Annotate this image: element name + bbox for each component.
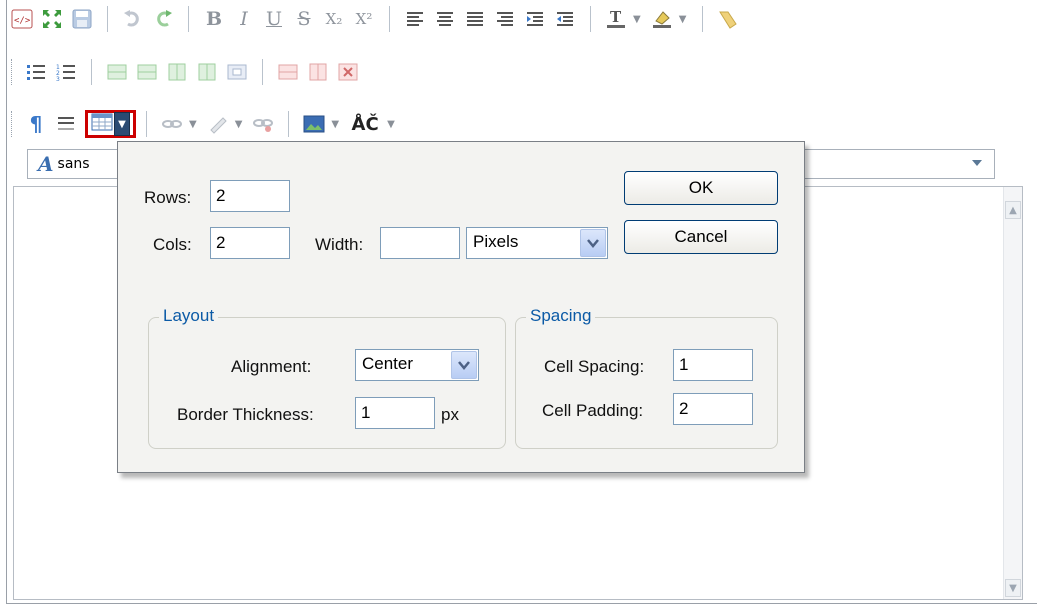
alignment-label: Alignment: (231, 357, 312, 376)
align-justify-icon[interactable] (463, 7, 487, 31)
html-source-icon[interactable]: </> (10, 7, 34, 31)
insert-row-above-icon[interactable] (105, 60, 129, 84)
svg-text:3: 3 (56, 76, 60, 82)
toolbar-grip (11, 111, 15, 137)
merge-cells-icon[interactable] (225, 60, 249, 84)
font-family-value: sans (57, 156, 90, 172)
toolbar-separator (146, 111, 147, 137)
spacing-legend: Spacing (526, 306, 596, 326)
toolbar-separator (107, 6, 108, 32)
image-icon[interactable] (302, 112, 326, 136)
layout-group: Layout Alignment: Center Border Thicknes… (148, 306, 506, 449)
insert-col-right-icon[interactable] (195, 60, 219, 84)
delete-col-icon[interactable] (306, 60, 330, 84)
delete-table-icon[interactable] (336, 60, 360, 84)
vertical-scrollbar[interactable]: ▲ ▼ (1003, 187, 1022, 599)
chevron-down-icon[interactable]: ▼ (331, 119, 339, 130)
toolbar-separator (590, 6, 591, 32)
cell-spacing-input[interactable]: 1 (673, 349, 753, 381)
scroll-up-icon[interactable]: ▲ (1005, 201, 1021, 219)
alignment-select[interactable]: Center (355, 349, 479, 381)
chevron-down-icon[interactable]: ▼ (114, 112, 130, 136)
svg-text:</>: </> (14, 16, 31, 26)
chevron-down-icon[interactable]: ▼ (387, 119, 395, 130)
width-unit-value: Pixels (473, 232, 519, 251)
cancel-button[interactable]: Cancel (624, 220, 778, 254)
subscript-button[interactable]: X₂ (322, 7, 346, 31)
redo-icon[interactable] (151, 7, 175, 31)
chevron-down-icon[interactable]: ▼ (679, 14, 687, 25)
bulleted-list-icon[interactable] (24, 60, 48, 84)
toolbar-separator (389, 6, 390, 32)
unlink-icon[interactable] (206, 112, 230, 136)
ok-button[interactable]: OK (624, 171, 778, 205)
toolbar-separator (702, 6, 704, 32)
border-thickness-label: Border Thickness: (177, 405, 314, 424)
chevron-down-icon[interactable]: ▼ (235, 119, 243, 130)
align-left-icon[interactable] (403, 7, 427, 31)
insert-table-dialog: Rows: 2 Cols: 2 Width: Pixels OK Cancel … (117, 141, 805, 473)
bold-button[interactable]: B (202, 7, 226, 31)
undo-icon[interactable] (121, 7, 145, 31)
fullscreen-icon[interactable] (40, 7, 64, 31)
layout-legend: Layout (159, 306, 219, 326)
width-input[interactable] (380, 227, 460, 259)
save-icon[interactable] (70, 7, 94, 31)
insert-col-left-icon[interactable] (165, 60, 189, 84)
align-right-icon[interactable] (493, 7, 517, 31)
chevron-down-icon[interactable] (451, 351, 477, 379)
toolbar-separator (188, 6, 189, 32)
width-unit-select[interactable]: Pixels (466, 227, 608, 259)
cols-label: Cols: (153, 235, 192, 254)
toolbar-row-3: ¶ ▼ ▼ ▼ ▼ ÅČ ▼ (7, 104, 401, 144)
toolbar-separator (262, 59, 263, 85)
superscript-button[interactable]: X² (352, 7, 376, 31)
insert-table-button[interactable]: ▼ (85, 110, 136, 138)
cell-padding-label: Cell Padding: (542, 401, 644, 420)
toolbar-separator (91, 59, 92, 85)
horizontal-rule-icon[interactable] (54, 112, 78, 136)
chevron-down-icon[interactable]: ▼ (633, 14, 641, 25)
paragraph-icon[interactable]: ¶ (24, 112, 48, 136)
italic-button[interactable]: I (232, 7, 256, 31)
border-unit-label: px (441, 405, 459, 424)
cell-padding-input[interactable]: 2 (673, 393, 753, 425)
indent-icon[interactable] (523, 7, 547, 31)
background-color-icon[interactable] (650, 7, 674, 31)
strikethrough-button[interactable]: S (292, 7, 316, 31)
insert-row-below-icon[interactable] (135, 60, 159, 84)
spacing-group: Spacing Cell Spacing: 1 Cell Padding: 2 (515, 306, 778, 449)
numbered-list-icon[interactable]: 123 (54, 60, 78, 84)
width-label: Width: (315, 235, 364, 254)
special-characters-button[interactable]: ÅČ (348, 112, 382, 136)
alignment-value: Center (362, 354, 414, 373)
toolbar-row-1: </> B I U S X₂ X² T ▼ ▼ (7, 0, 743, 38)
toolbar-separator (288, 111, 290, 137)
border-thickness-input[interactable]: 1 (355, 397, 435, 429)
insert-table-icon (91, 112, 113, 136)
toolbar-grip (11, 59, 15, 85)
delete-row-icon[interactable] (276, 60, 300, 84)
text-color-icon[interactable]: T (604, 7, 628, 31)
cols-input[interactable]: 2 (210, 227, 290, 259)
underline-button[interactable]: U (262, 7, 286, 31)
anchor-icon[interactable] (251, 112, 275, 136)
chevron-down-icon[interactable] (580, 229, 606, 257)
outdent-icon[interactable] (553, 7, 577, 31)
cell-spacing-label: Cell Spacing: (544, 357, 645, 376)
svg-text:T: T (610, 8, 622, 26)
rows-label: Rows: (144, 188, 192, 207)
rows-input[interactable]: 2 (210, 180, 290, 212)
toolbar-row-2: 123 (7, 54, 363, 90)
format-painter-icon[interactable] (716, 7, 740, 31)
link-icon[interactable] (160, 112, 184, 136)
chevron-down-icon[interactable] (972, 160, 982, 166)
align-center-icon[interactable] (433, 7, 457, 31)
chevron-down-icon[interactable]: ▼ (189, 119, 197, 130)
font-icon: A (38, 152, 54, 176)
scroll-down-icon[interactable]: ▼ (1005, 579, 1021, 597)
